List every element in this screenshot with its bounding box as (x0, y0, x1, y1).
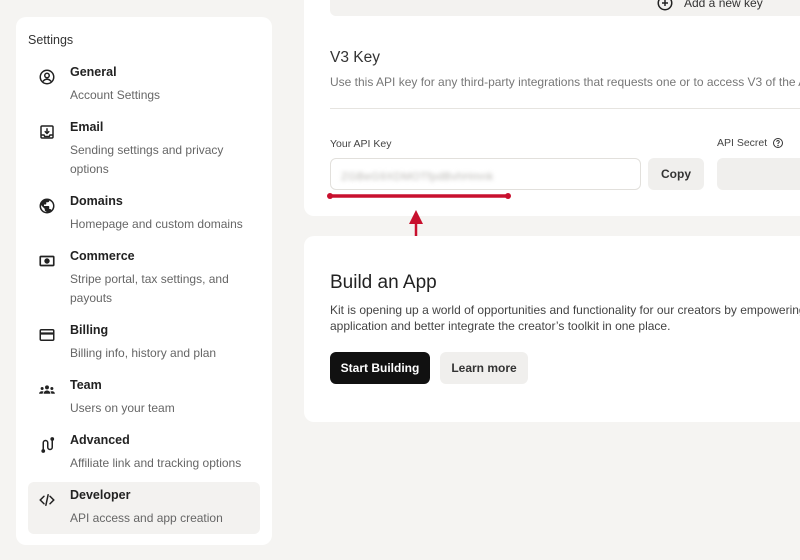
add-new-key-button[interactable]: Add a new key (656, 0, 763, 12)
sidebar-item-label: Email (70, 120, 104, 134)
sidebar-title: Settings (28, 33, 74, 47)
build-app-title: Build an App (330, 272, 437, 293)
sidebar-item-desc: API access and app creation (70, 511, 223, 525)
sidebar-item-team[interactable]: Team Users on your team (28, 372, 260, 424)
copy-button[interactable]: Copy (648, 158, 704, 190)
sidebar-item-label: General (70, 65, 117, 79)
settings-sidebar: Settings General Account Settings Email … (16, 17, 272, 545)
sidebar-item-label: Developer (70, 488, 131, 502)
sidebar-item-desc: Affiliate link and tracking options (70, 456, 242, 470)
api-secret-field[interactable] (717, 158, 800, 190)
team-icon (36, 379, 58, 401)
sidebar-item-desc: Billing info, history and plan (70, 346, 217, 360)
sidebar-item-general[interactable]: General Account Settings (28, 59, 260, 111)
sidebar-item-label: Team (70, 378, 102, 392)
sidebar-item-commerce[interactable]: Commerce Stripe portal, tax settings, an… (28, 243, 260, 314)
api-secret-label: API Secret (717, 137, 784, 149)
learn-more-button[interactable]: Learn more (440, 352, 528, 384)
sidebar-item-label: Domains (70, 194, 123, 208)
credit-card-icon (36, 324, 58, 346)
sidebar-item-label: Billing (70, 323, 109, 337)
sidebar-item-advanced[interactable]: Advanced Affiliate link and tracking opt… (28, 427, 260, 479)
sidebar-item-desc: Homepage and custom domains (70, 217, 243, 231)
sidebar-item-label: Commerce (70, 249, 135, 263)
help-icon[interactable] (772, 137, 784, 149)
code-icon (36, 489, 58, 511)
start-building-button[interactable]: Start Building (330, 352, 430, 384)
api-key-label: Your API Key (330, 138, 392, 150)
cash-icon (36, 250, 58, 272)
add-new-key-label: Add a new key (684, 0, 763, 10)
build-app-description-line-2: application and better integrate the cre… (330, 319, 671, 333)
sidebar-item-developer[interactable]: Developer API access and app creation (28, 482, 260, 534)
sidebar-item-desc: Stripe portal, tax settings, and payouts (70, 272, 229, 305)
api-key-value: ZGBeG9XDMOTfpdBvhHmnk (341, 171, 494, 183)
plus-circle-icon (657, 0, 673, 11)
route-icon (36, 434, 58, 456)
sidebar-item-domains[interactable]: Domains Homepage and custom domains (28, 188, 260, 240)
account-circle-icon (36, 66, 58, 88)
section-divider (330, 108, 800, 109)
build-app-description-line-1: Kit is opening up a world of opportuniti… (330, 303, 800, 317)
sidebar-item-desc: Sending settings and privacy options (70, 143, 224, 176)
sidebar-item-desc: Users on your team (70, 401, 175, 415)
sidebar-item-billing[interactable]: Billing Billing info, history and plan (28, 317, 260, 369)
sidebar-item-desc: Account Settings (70, 88, 161, 102)
v3-key-title: V3 Key (330, 49, 380, 66)
sidebar-item-label: Advanced (70, 433, 130, 447)
globe-icon (36, 195, 58, 217)
api-secret-label-text: API Secret (717, 137, 768, 149)
v3-key-description: Use this API key for any third-party int… (330, 75, 800, 89)
sidebar-item-email[interactable]: Email Sending settings and privacy optio… (28, 114, 260, 185)
build-app-description: Kit is opening up a world of opportuniti… (330, 302, 800, 334)
inbox-download-icon (36, 121, 58, 143)
